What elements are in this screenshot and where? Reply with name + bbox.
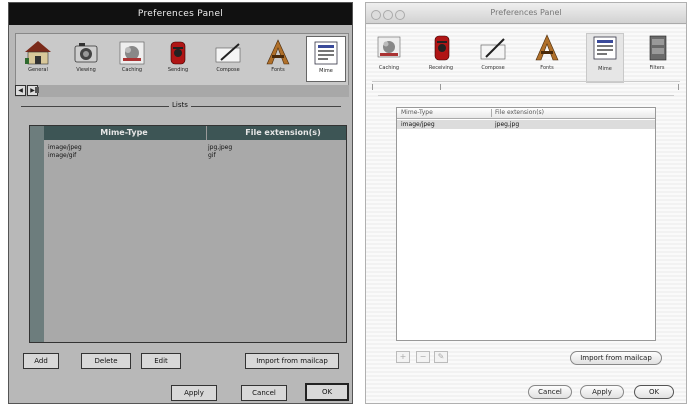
classic-tool-mime[interactable]: Mime: [306, 36, 346, 82]
classic-toolbar-scrollbar[interactable]: [15, 85, 349, 97]
table-row[interactable]: image/jpeg jpg,jpeg: [46, 144, 344, 152]
aqua-table-header: Mime-Type File extension(s): [397, 108, 655, 119]
aqua-mime-table[interactable]: Mime-Type File extension(s) image/jpeg j…: [396, 107, 656, 341]
font-a-icon: [535, 34, 559, 61]
cancel-button[interactable]: Cancel: [528, 385, 572, 399]
classic-tool-label: Compose: [216, 67, 240, 73]
cell-extensions: gif: [208, 152, 216, 159]
column-header-extensions[interactable]: File extension(s): [495, 108, 544, 118]
aqua-tool-caching[interactable]: Caching: [370, 33, 408, 83]
import-from-mailcap-button[interactable]: Import from mailcap: [570, 351, 662, 365]
filter-cabinet-icon: [649, 35, 667, 61]
camera-icon: [74, 43, 98, 63]
classic-tool-label: Fonts: [271, 67, 285, 73]
classic-tool-sending[interactable]: Sending: [158, 36, 198, 82]
house-icon: [25, 41, 51, 65]
classic-scroll-thumb[interactable]: [35, 87, 39, 93]
mime-document-icon: [314, 41, 338, 65]
classic-tool-fonts[interactable]: Fonts: [258, 36, 298, 82]
import-from-mailcap-button[interactable]: Import from mailcap: [245, 353, 339, 369]
classic-table-side-bar: [30, 126, 44, 342]
aqua-tool-label: Receiving: [428, 65, 454, 71]
aqua-group-divider: [378, 95, 674, 96]
classic-tool-label: Mime: [319, 68, 333, 74]
caching-icon: [377, 36, 401, 58]
window-controls: [371, 8, 407, 28]
aqua-tool-compose[interactable]: Compose: [474, 33, 512, 83]
mime-document-icon: [593, 36, 617, 60]
delete-button[interactable]: −: [416, 351, 430, 363]
mailbox-icon: [170, 41, 186, 65]
aqua-tool-receiving[interactable]: Receiving: [422, 33, 460, 83]
classic-tool-label: Sending: [167, 67, 189, 73]
classic-tool-label: Caching: [121, 67, 143, 73]
cancel-button[interactable]: Cancel: [241, 385, 287, 401]
ok-button[interactable]: OK: [634, 385, 674, 399]
aqua-window-title: Preferences Panel: [490, 8, 562, 17]
classic-window-title[interactable]: Preferences Panel: [9, 3, 352, 25]
aqua-tool-label: Mime: [598, 66, 612, 72]
delete-button[interactable]: Delete: [81, 353, 131, 369]
apply-button[interactable]: Apply: [580, 385, 624, 399]
caching-icon: [119, 41, 145, 65]
classic-tool-compose[interactable]: Compose: [208, 36, 248, 82]
mailbox-icon: [434, 35, 450, 61]
minimize-window-icon[interactable]: [383, 10, 393, 20]
cell-mime: image/jpeg: [401, 121, 435, 128]
table-row[interactable]: image/jpeg jpeg,jpg: [397, 120, 655, 129]
aqua-toolbar-scroller[interactable]: [372, 81, 680, 92]
add-button[interactable]: +: [396, 351, 410, 363]
classic-toolbar: General Viewing Caching Sending Compose …: [15, 33, 349, 87]
cell-extensions: jpg,jpeg: [208, 144, 233, 151]
classic-tool-viewing[interactable]: Viewing: [66, 36, 106, 82]
cell-mime: image/jpeg: [48, 144, 82, 151]
classic-mime-table[interactable]: Mime-Type File extension(s) image/jpeg j…: [29, 125, 347, 343]
column-separator: [206, 126, 207, 140]
aqua-window-title-bar[interactable]: Preferences Panel: [366, 3, 686, 24]
zoom-window-icon[interactable]: [395, 10, 405, 20]
ok-button[interactable]: OK: [305, 383, 349, 401]
table-row[interactable]: image/gif gif: [46, 152, 344, 160]
cell-mime: image/gif: [48, 152, 77, 159]
scroller-tick: [678, 84, 679, 90]
close-window-icon[interactable]: [371, 10, 381, 20]
add-button[interactable]: Add: [23, 353, 59, 369]
column-header-mime-type[interactable]: Mime-Type: [44, 126, 204, 140]
scroller-tick: [440, 84, 441, 90]
scroller-tick: [372, 84, 373, 90]
aqua-tool-filters[interactable]: Filters: [638, 33, 676, 83]
classic-tool-label: General: [28, 67, 48, 73]
column-header-extensions[interactable]: File extension(s): [208, 126, 358, 140]
classic-tool-caching[interactable]: Caching: [112, 36, 152, 82]
compose-icon: [480, 38, 506, 60]
aqua-tool-mime[interactable]: Mime: [586, 33, 624, 83]
aqua-tool-label: Compose: [481, 65, 505, 71]
edit-button[interactable]: Edit: [141, 353, 181, 369]
apply-button[interactable]: Apply: [171, 385, 217, 401]
classic-tool-label: Viewing: [76, 67, 96, 73]
scroll-left-arrow-icon[interactable]: ◀: [15, 85, 26, 96]
cell-extensions: jpeg,jpg: [495, 121, 520, 128]
aqua-preferences-window: Preferences Panel Caching Receiving Comp…: [365, 2, 687, 404]
edit-button[interactable]: ✎: [434, 351, 448, 363]
column-header-mime-type[interactable]: Mime-Type: [401, 108, 433, 118]
classic-group-title: Lists: [169, 101, 191, 109]
aqua-tool-fonts[interactable]: Fonts: [528, 33, 566, 83]
classic-table-header: Mime-Type File extension(s): [44, 126, 346, 140]
classic-tool-general[interactable]: General: [18, 36, 58, 82]
compose-icon: [215, 43, 241, 63]
aqua-tool-label: Caching: [378, 65, 400, 71]
aqua-tool-label: Fonts: [540, 65, 554, 71]
aqua-tool-label: Filters: [649, 65, 665, 71]
column-separator: [491, 109, 492, 117]
font-a-icon: [266, 39, 290, 65]
classic-preferences-window: Preferences Panel General Viewing Cachin…: [8, 2, 353, 404]
